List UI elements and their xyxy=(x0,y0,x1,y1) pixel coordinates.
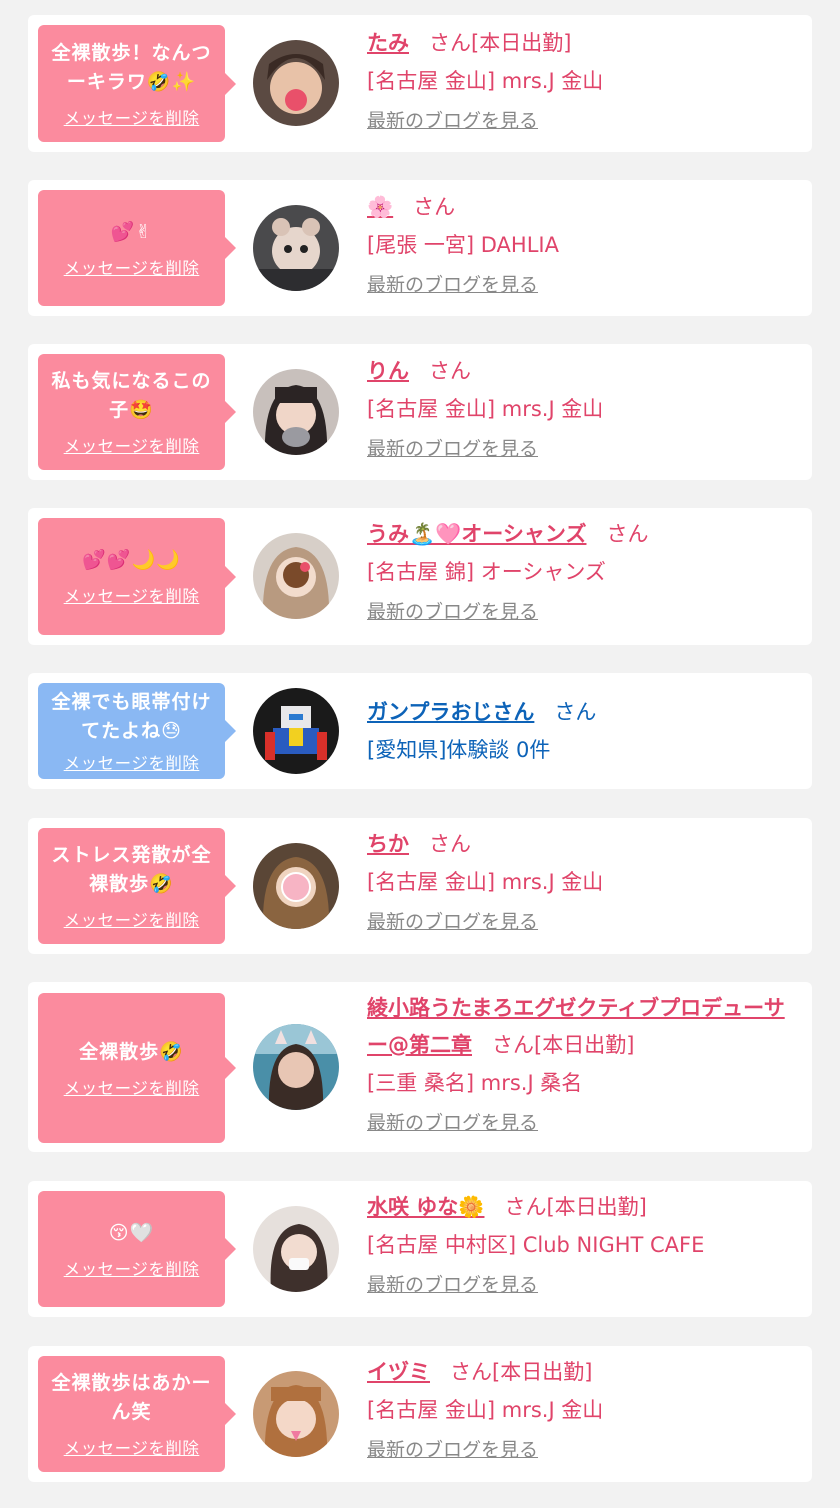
message-text: ストレス発散が全裸散歩🤣 xyxy=(51,844,212,895)
delete-message-link[interactable]: メッセージを削除 xyxy=(64,583,200,607)
message-text: 私も気になるこの子🤩 xyxy=(51,370,212,421)
avatar-photo-icon xyxy=(253,533,339,619)
shop-label: [名古屋 金山] mrs.J 金山 xyxy=(367,870,604,894)
avatar-photo-icon xyxy=(253,40,339,126)
message-text: 全裸散歩🤣 xyxy=(79,1040,184,1063)
delete-message-link[interactable]: メッセージを削除 xyxy=(64,1435,200,1459)
shop-label: [尾張 一宮] DAHLIA xyxy=(367,233,559,257)
delete-message-link[interactable]: メッセージを削除 xyxy=(64,907,200,931)
avatar[interactable] xyxy=(253,40,339,126)
girl-name-link[interactable]: 🌸 xyxy=(367,195,393,219)
avatar[interactable] xyxy=(253,688,339,774)
name-suffix: さん[本日出勤] xyxy=(429,31,572,55)
girl-info: たみ さん[本日出勤] [名古屋 金山] mrs.J 金山 最新のブログを見る xyxy=(367,25,798,136)
avatar-photo-icon xyxy=(253,1206,339,1292)
latest-blog-link[interactable]: 最新のブログを見る xyxy=(367,907,538,937)
delete-message-link[interactable]: メッセージを削除 xyxy=(64,255,200,279)
girl-info: 綾小路うたまろエグゼクティブプロデューサー@第二章 さん[本日出勤] [三重 桑名… xyxy=(367,990,798,1138)
girl-name-link[interactable]: イヅミ xyxy=(367,1360,430,1384)
delete-message-link[interactable]: メッセージを削除 xyxy=(64,1075,200,1099)
girl-info: ガンプラおじさん さん [愛知県]体験談 0件 xyxy=(367,694,798,769)
name-suffix: さん xyxy=(429,832,471,856)
name-suffix: さん xyxy=(413,195,456,219)
delete-message-link[interactable]: メッセージを削除 xyxy=(64,433,200,457)
shop-label: [名古屋 錦] オーシャンズ xyxy=(367,560,606,584)
name-suffix: さん[本日出勤] xyxy=(504,1195,647,1219)
message-bubble: 😚🤍 メッセージを削除 xyxy=(38,1191,236,1307)
name-suffix: さん xyxy=(554,700,597,724)
girl-name-link[interactable]: ちか xyxy=(367,832,409,856)
avatar-photo-icon xyxy=(253,688,339,774)
name-suffix: さん xyxy=(429,359,471,383)
avatar-photo-icon xyxy=(253,369,339,455)
message-bubble: 私も気になるこの子🤩 メッセージを削除 xyxy=(38,354,236,470)
latest-blog-link[interactable]: 最新のブログを見る xyxy=(367,270,538,300)
message-bubble: 💕✌ メッセージを削除 xyxy=(38,190,236,306)
girl-info: りん さん [名古屋 金山] mrs.J 金山 最新のブログを見る xyxy=(367,353,798,464)
latest-blog-link[interactable]: 最新のブログを見る xyxy=(367,597,538,627)
name-suffix: さん xyxy=(606,522,649,546)
avatar-photo-icon xyxy=(253,1371,339,1457)
list-item: ストレス発散が全裸散歩🤣 メッセージを削除 ちか さん [名古屋 金山] mrs.… xyxy=(28,818,812,954)
shop-label: [名古屋 金山] mrs.J 金山 xyxy=(367,69,604,93)
delete-message-link[interactable]: メッセージを削除 xyxy=(64,750,200,774)
message-bubble: 全裸でも眼帯付けてたよね😓 メッセージを削除 xyxy=(38,683,236,779)
girl-name-link[interactable]: ガンプラおじさん xyxy=(367,700,534,724)
avatar[interactable] xyxy=(253,1371,339,1457)
list-item: 全裸でも眼帯付けてたよね😓 メッセージを削除 ガンプラおじさん さん [愛知県]体… xyxy=(28,673,812,789)
avatar[interactable] xyxy=(253,1206,339,1292)
latest-blog-link[interactable]: 最新のブログを見る xyxy=(367,1270,538,1300)
girl-info: 🌸 さん [尾張 一宮] DAHLIA 最新のブログを見る xyxy=(367,189,798,300)
list-item: 私も気になるこの子🤩 メッセージを削除 りん さん [名古屋 金山] mrs.J … xyxy=(28,344,812,480)
girl-info: ちか さん [名古屋 金山] mrs.J 金山 最新のブログを見る xyxy=(367,826,798,937)
shop-label: [名古屋 金山] mrs.J 金山 xyxy=(367,1398,604,1422)
shop-label: [愛知県]体験談 0件 xyxy=(367,738,551,762)
girl-name-link[interactable]: 水咲 ゆな🌼 xyxy=(367,1195,484,1219)
latest-blog-link[interactable]: 最新のブログを見る xyxy=(367,1435,538,1465)
message-text: 全裸散歩はあかーん笑 xyxy=(51,1372,212,1423)
girl-info: 水咲 ゆな🌼 さん[本日出勤] [名古屋 中村区] Club NIGHT CAFE… xyxy=(367,1189,798,1300)
message-bubble: 全裸散歩！なんつーキラワ🤣✨ メッセージを削除 xyxy=(38,25,236,142)
message-text: 💕✌ xyxy=(110,220,153,243)
message-bubble: 全裸散歩🤣 メッセージを削除 xyxy=(38,993,236,1143)
girl-name-link[interactable]: うみ🏝️🩷オーシャンズ xyxy=(367,522,586,546)
message-text: 全裸でも眼帯付けてたよね😓 xyxy=(51,691,212,742)
list-item: 💕💕🌙🌙 メッセージを削除 うみ🏝️🩷オーシャンズ さん [名古屋 錦] オーシャ… xyxy=(28,508,812,645)
girl-name-link[interactable]: たみ xyxy=(367,31,409,55)
delete-message-link[interactable]: メッセージを削除 xyxy=(64,105,200,129)
delete-message-link[interactable]: メッセージを削除 xyxy=(64,1256,200,1280)
list-item: 😚🤍 メッセージを削除 水咲 ゆな🌼 さん[本日出勤] [名古屋 中村区] Clu… xyxy=(28,1181,812,1317)
girl-name-link[interactable]: りん xyxy=(367,359,409,383)
shop-label: [名古屋 中村区] Club NIGHT CAFE xyxy=(367,1233,705,1257)
latest-blog-link[interactable]: 最新のブログを見る xyxy=(367,106,538,136)
message-bubble: 全裸散歩はあかーん笑 メッセージを削除 xyxy=(38,1356,236,1472)
avatar[interactable] xyxy=(253,205,339,291)
list-item: 💕✌ メッセージを削除 🌸 さん [尾張 一宮] DAHLIA 最新のブログを見る xyxy=(28,180,812,316)
message-bubble: 💕💕🌙🌙 メッセージを削除 xyxy=(38,518,236,635)
girl-info: イヅミ さん[本日出勤] [名古屋 金山] mrs.J 金山 最新のブログを見る xyxy=(367,1354,798,1465)
latest-blog-link[interactable]: 最新のブログを見る xyxy=(367,1108,538,1138)
list-item: 全裸散歩！なんつーキラワ🤣✨ メッセージを削除 たみ さん[本日出勤] [名古屋 … xyxy=(28,15,812,152)
list-item: 全裸散歩🤣 メッセージを削除 綾小路うたまろエグゼクティブプロデューサー@第二章… xyxy=(28,982,812,1152)
name-suffix: さん[本日出勤] xyxy=(492,1033,635,1057)
avatar[interactable] xyxy=(253,533,339,619)
message-text: 😚🤍 xyxy=(108,1221,155,1244)
latest-blog-link[interactable]: 最新のブログを見る xyxy=(367,434,538,464)
name-suffix: さん[本日出勤] xyxy=(450,1360,593,1384)
favorite-message-list: 全裸散歩！なんつーキラワ🤣✨ メッセージを削除 たみ さん[本日出勤] [名古屋 … xyxy=(0,0,840,1508)
girl-info: うみ🏝️🩷オーシャンズ さん [名古屋 錦] オーシャンズ 最新のブログを見る xyxy=(367,516,798,627)
shop-label: [三重 桑名] mrs.J 桑名 xyxy=(367,1071,583,1095)
avatar-photo-icon xyxy=(253,205,339,291)
avatar[interactable] xyxy=(253,843,339,929)
message-text: 💕💕🌙🌙 xyxy=(82,549,181,571)
list-item: 全裸散歩はあかーん笑 メッセージを削除 イヅミ さん[本日出勤] [名古屋 金山]… xyxy=(28,1346,812,1482)
message-text: 全裸散歩！なんつーキラワ🤣✨ xyxy=(51,41,212,93)
avatar-photo-icon xyxy=(253,843,339,929)
avatar-photo-icon xyxy=(253,1024,339,1110)
avatar[interactable] xyxy=(253,1024,339,1110)
avatar[interactable] xyxy=(253,369,339,455)
message-bubble: ストレス発散が全裸散歩🤣 メッセージを削除 xyxy=(38,828,236,944)
shop-label: [名古屋 金山] mrs.J 金山 xyxy=(367,397,604,421)
